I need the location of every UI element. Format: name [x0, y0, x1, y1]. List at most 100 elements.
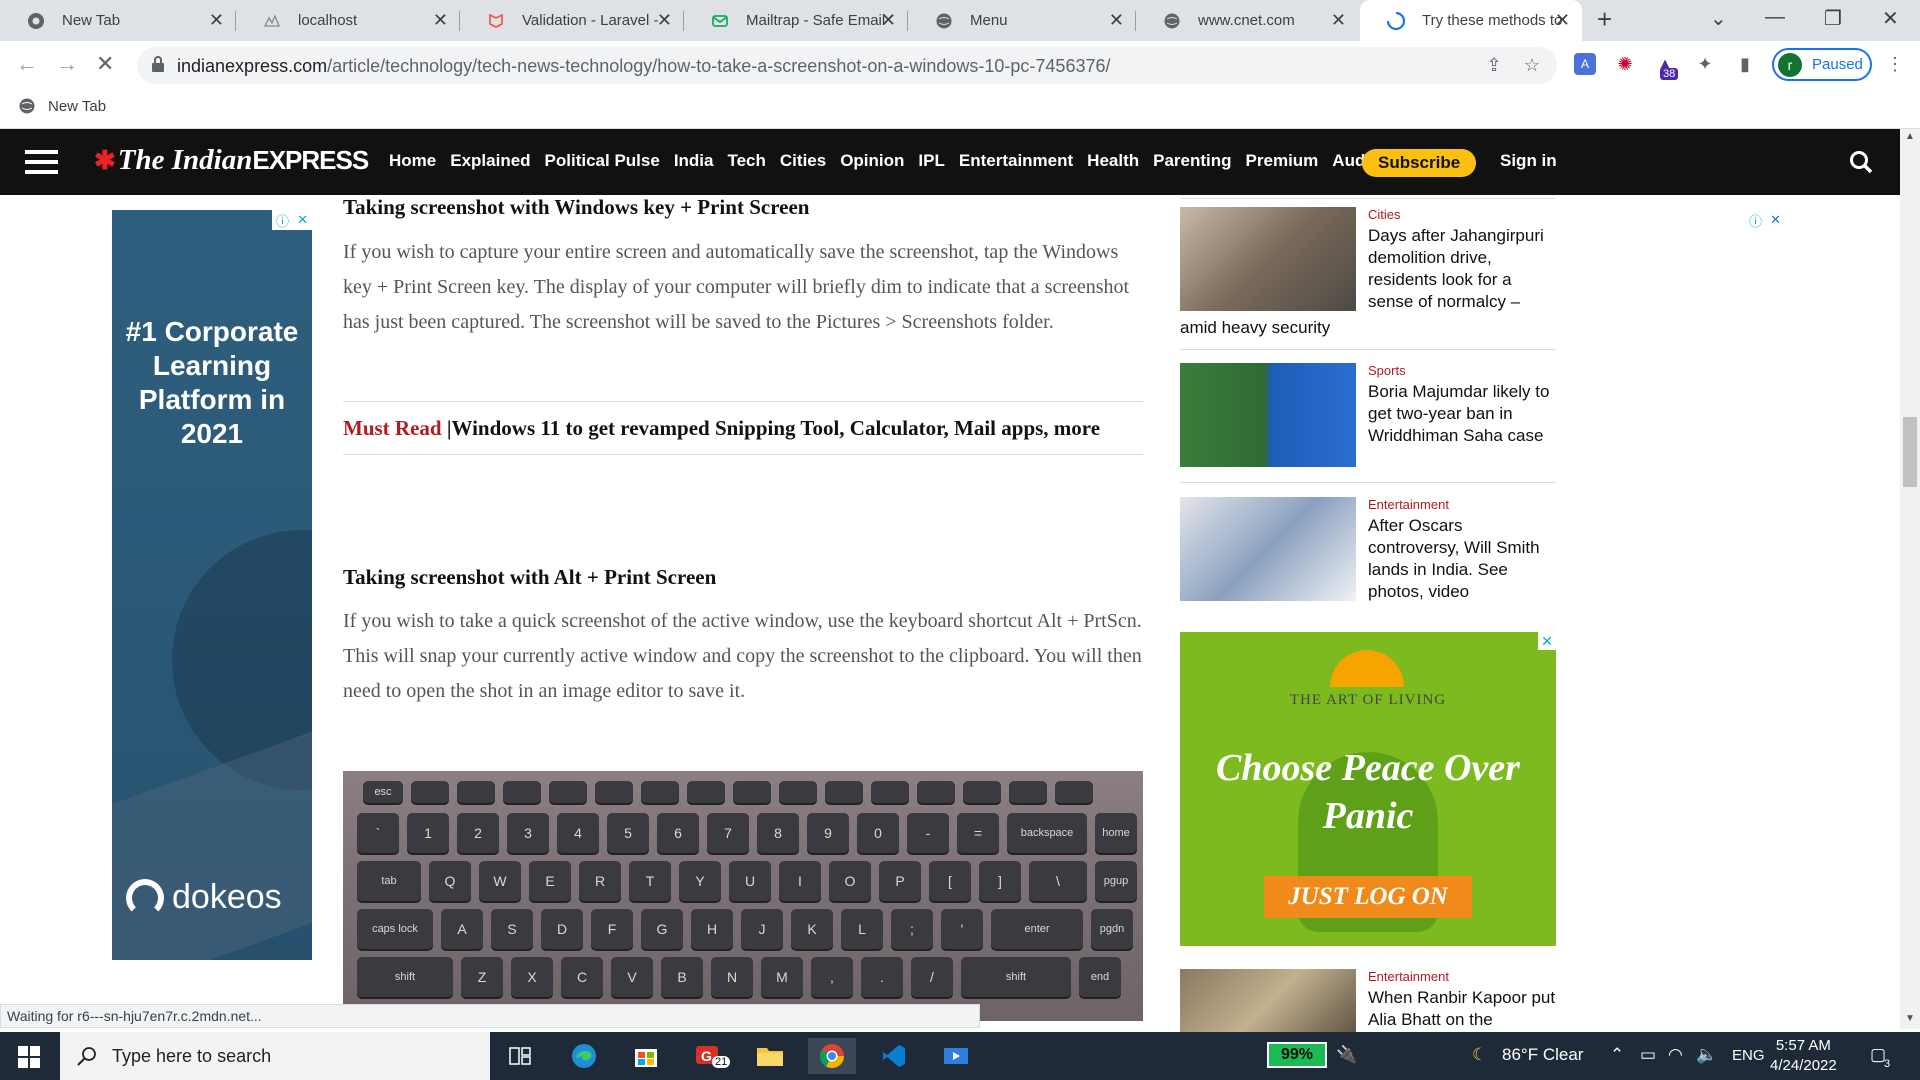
must-read-box[interactable]: Must Read |Windows 11 to get revamped Sn… — [343, 401, 1143, 455]
forward-icon[interactable]: → — [56, 51, 78, 77]
tab-new-tab[interactable]: New Tab ✕ — [0, 0, 236, 41]
tab-cnet[interactable]: www.cnet.com ✕ — [1136, 0, 1358, 41]
nav-health[interactable]: Health — [1087, 151, 1139, 171]
ad-close-icon[interactable]: ✕ — [1770, 212, 1781, 228]
scroll-up-icon[interactable]: ▲ — [1905, 131, 1915, 142]
art-of-living-ad[interactable]: THE ART OF LIVING Choose Peace Over Pani… — [1180, 632, 1556, 946]
close-window-icon[interactable]: ✕ — [1882, 6, 1899, 31]
nav-premium[interactable]: Premium — [1246, 151, 1319, 171]
page-scrollbar[interactable]: ▲ ▼ — [1900, 129, 1920, 1029]
ad-choices[interactable]: ⓘ ✕ — [1745, 210, 1785, 230]
story-category[interactable]: Entertainment — [1368, 969, 1449, 984]
close-tab-icon[interactable]: ✕ — [881, 10, 896, 31]
tab-active-article[interactable]: Try these methods to ✕ — [1360, 0, 1582, 41]
extensions-puzzle-icon[interactable]: ✦ — [1694, 53, 1716, 75]
close-tab-icon[interactable]: ✕ — [1331, 10, 1346, 31]
task-view-icon[interactable] — [496, 1038, 544, 1074]
scroll-down-icon[interactable]: ▼ — [1905, 1013, 1915, 1024]
gmail-app-icon[interactable]: G 21 — [684, 1038, 732, 1074]
search-icon[interactable] — [1848, 149, 1874, 175]
speaker-icon[interactable]: 🔈 — [1696, 1045, 1717, 1065]
minimize-icon[interactable]: — — [1765, 6, 1785, 29]
windows-start-icon[interactable] — [18, 1046, 40, 1068]
chrome-taskbar-icon[interactable] — [808, 1038, 856, 1074]
share-icon[interactable]: ⇪ — [1483, 54, 1505, 76]
tab-validation-laravel[interactable]: Validation - Laravel - ✕ — [460, 0, 684, 41]
story-thumbnail[interactable] — [1180, 363, 1356, 467]
close-tab-icon[interactable]: ✕ — [1555, 10, 1570, 31]
nav-opinion[interactable]: Opinion — [840, 151, 904, 171]
taskbar-search[interactable]: Type here to search — [60, 1032, 490, 1080]
tab-menu[interactable]: Menu ✕ — [908, 0, 1136, 41]
restore-icon[interactable]: ❐ — [1824, 6, 1842, 31]
sign-in-link[interactable]: Sign in — [1500, 151, 1557, 171]
hamburger-menu-icon[interactable] — [25, 150, 58, 180]
left-banner-ad[interactable]: #1 Corporate Learning Platform in 2021 d… — [112, 210, 312, 960]
bookmark-star-icon[interactable]: ☆ — [1521, 54, 1543, 76]
ad-close-icon[interactable]: ✕ — [1538, 632, 1556, 650]
story-thumbnail[interactable] — [1180, 497, 1356, 601]
battery-indicator[interactable]: 99% — [1267, 1042, 1327, 1068]
story-category[interactable]: Sports — [1368, 363, 1406, 378]
scrollbar-thumb[interactable] — [1903, 417, 1917, 487]
tab-localhost[interactable]: localhost ✕ — [236, 0, 460, 41]
nav-explained[interactable]: Explained — [450, 151, 530, 171]
story-headline[interactable]: After Oscars controversy, Will Smith lan… — [1368, 515, 1556, 603]
stop-loading-icon[interactable]: ✕ — [96, 51, 114, 77]
close-tab-icon[interactable]: ✕ — [657, 10, 672, 31]
close-tab-icon[interactable]: ✕ — [209, 10, 224, 31]
nav-india[interactable]: India — [674, 151, 714, 171]
close-tab-icon[interactable]: ✕ — [1109, 10, 1124, 31]
ad-info-icon[interactable]: ⓘ — [276, 211, 289, 230]
story-headline-continued[interactable]: amid heavy security — [1180, 317, 1330, 339]
nav-political-pulse[interactable]: Political Pulse — [545, 151, 660, 171]
must-read-link[interactable]: Windows 11 to get revamped Snipping Tool… — [451, 416, 1100, 440]
story-thumbnail[interactable] — [1180, 969, 1356, 1039]
new-tab-button[interactable]: + — [1597, 4, 1612, 35]
bookmark-new-tab[interactable]: New Tab — [18, 97, 106, 115]
ad-cta-button[interactable]: JUST LOG ON — [1264, 876, 1472, 918]
story-category[interactable]: Entertainment — [1368, 497, 1449, 512]
story-headline[interactable]: Days after Jahangirpuri demolition drive… — [1368, 225, 1556, 313]
nav-entertainment[interactable]: Entertainment — [959, 151, 1073, 171]
edge-icon[interactable] — [560, 1038, 608, 1074]
nav-cities[interactable]: Cities — [780, 151, 826, 171]
back-icon[interactable]: ← — [16, 51, 38, 77]
tab-mailtrap[interactable]: Mailtrap - Safe Email ✕ — [684, 0, 908, 41]
weather-moon-icon[interactable]: ☾ — [1472, 1045, 1487, 1065]
wifi-icon[interactable]: ◠ — [1668, 1045, 1683, 1065]
story-headline[interactable]: When Ranbir Kapoor put Alia Bhatt on the — [1368, 987, 1556, 1031]
subscribe-button[interactable]: Subscribe — [1362, 149, 1477, 177]
vscode-icon[interactable] — [870, 1038, 918, 1074]
address-bar[interactable]: indianexpress.com/article/technology/tec… — [137, 47, 1557, 84]
plug-icon[interactable]: 🔌 — [1336, 1045, 1357, 1065]
lock-icon[interactable] — [151, 56, 165, 72]
site-logo[interactable]: ✱The IndianEXPRESS — [94, 144, 369, 177]
battery-icon[interactable]: ▭ — [1640, 1045, 1656, 1065]
system-clock[interactable]: 5:57 AM 4/24/2022 — [1770, 1036, 1837, 1076]
side-panel-icon[interactable]: ▮ — [1734, 53, 1756, 75]
nav-home[interactable]: Home — [389, 151, 436, 171]
language-indicator[interactable]: ENG — [1732, 1047, 1765, 1064]
extension-red-icon[interactable]: ✺ — [1614, 53, 1636, 75]
chevron-up-icon[interactable]: ⌃ — [1610, 1045, 1624, 1065]
rail-story[interactable]: Entertainment After Oscars controversy, … — [1180, 497, 1556, 622]
tab-search-icon[interactable]: ⌄ — [1710, 6, 1727, 31]
weather-text[interactable]: 86°F Clear — [1502, 1045, 1583, 1065]
story-headline[interactable]: Boria Majumdar likely to get two-year ba… — [1368, 381, 1556, 447]
nav-tech[interactable]: Tech — [727, 151, 765, 171]
rail-story[interactable]: Cities Days after Jahangirpuri demolitio… — [1180, 207, 1556, 350]
rail-story[interactable]: Sports Boria Majumdar likely to get two-… — [1180, 363, 1556, 483]
ad-info-icon[interactable]: ⓘ — [1749, 211, 1762, 230]
nav-parenting[interactable]: Parenting — [1153, 151, 1231, 171]
story-thumbnail[interactable] — [1180, 207, 1356, 311]
profile-button[interactable]: r Paused — [1772, 48, 1872, 81]
translate-extension-icon[interactable]: A — [1574, 53, 1596, 75]
media-app-icon[interactable] — [932, 1038, 980, 1074]
story-category[interactable]: Cities — [1368, 207, 1401, 222]
file-explorer-icon[interactable] — [746, 1038, 794, 1074]
nav-ipl[interactable]: IPL — [918, 151, 944, 171]
ad-choices[interactable]: ⓘ ✕ — [272, 210, 312, 230]
ad-close-icon[interactable]: ✕ — [297, 212, 308, 228]
menu-kebab-icon[interactable]: ⋮ — [1884, 53, 1906, 75]
